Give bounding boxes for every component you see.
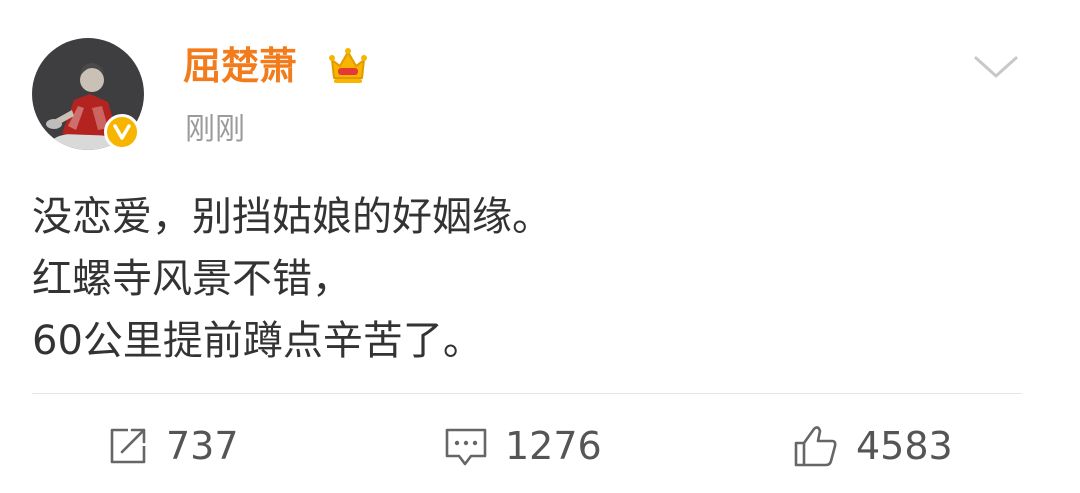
post-text-line: 红螺寺风景不错，	[32, 256, 352, 302]
comment-button[interactable]: 1276	[443, 418, 602, 474]
chevron-down-icon[interactable]	[972, 52, 1020, 82]
repost-button[interactable]: 737	[106, 418, 239, 474]
comment-icon	[445, 428, 487, 466]
post-text-line: 没恋爱，别挡姑娘的好姻缘。	[32, 194, 552, 240]
username[interactable]: 屈楚萧	[183, 42, 297, 90]
divider	[32, 393, 1022, 394]
post-timestamp: 刚刚	[185, 112, 245, 147]
avatar-container[interactable]	[32, 38, 144, 150]
like-count: 4583	[856, 424, 953, 468]
crown-icon[interactable]	[326, 44, 370, 88]
thumbs-up-icon	[794, 426, 837, 467]
repost-icon	[110, 428, 146, 464]
verified-badge-icon	[104, 114, 140, 150]
comment-count: 1276	[505, 424, 602, 468]
repost-count: 737	[166, 424, 239, 468]
post-text-line: 60公里提前蹲点辛苦了。	[32, 318, 483, 364]
weibo-post: 屈楚萧 刚刚 没恋爱，别挡姑娘的好姻缘。 红螺寺风景不错， 60公里提前蹲点辛苦…	[0, 0, 1080, 493]
like-button[interactable]: 4583	[792, 418, 953, 474]
post-content: 没恋爱，别挡姑娘的好姻缘。 红螺寺风景不错， 60公里提前蹲点辛苦了。	[32, 186, 1042, 372]
